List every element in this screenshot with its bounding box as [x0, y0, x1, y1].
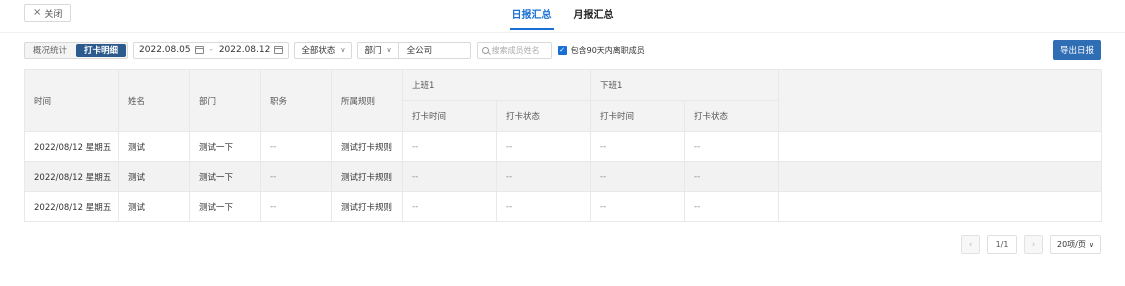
chevron-down-icon: ∨ — [340, 46, 346, 54]
header-filler — [778, 69, 1102, 132]
header-on-status: 打卡状态 — [495, 100, 592, 132]
cell-rule: 测试打卡规则 — [331, 131, 403, 162]
date-end[interactable]: 2022.08.12 — [219, 45, 271, 55]
date-start[interactable]: 2022.08.05 — [139, 45, 191, 55]
table-row: 2022/08/12 星期五 测试 测试一下 -- 测试打卡规则 -- -- -… — [24, 161, 1102, 192]
header-off-status: 打卡状态 — [684, 100, 780, 132]
header-dept: 部门 — [189, 69, 261, 132]
page-indicator[interactable]: 1/1 — [987, 235, 1017, 254]
header-shift-on: 上班1 — [401, 69, 592, 101]
header-shift-off: 下班1 — [590, 69, 780, 101]
prev-page-button[interactable]: ‹ — [961, 235, 980, 254]
header-position: 职务 — [260, 69, 332, 132]
cell-rule: 测试打卡规则 — [331, 161, 403, 192]
check-icon[interactable]: ✓ — [557, 45, 567, 55]
cell-position: -- — [260, 131, 332, 162]
cell-position: -- — [260, 161, 332, 192]
cell-off-time: -- — [590, 131, 686, 162]
header-divider — [0, 32, 1125, 33]
chevron-down-icon: ∨ — [386, 46, 392, 54]
cell-time: 2022/08/12 星期五 — [24, 191, 119, 222]
cell-dept: 测试一下 — [189, 191, 261, 222]
chevron-down-icon: ∨ — [1088, 240, 1094, 249]
status-select-value: 全部状态 — [301, 46, 336, 56]
header-on-time: 打卡时间 — [402, 100, 497, 132]
segment-punch-detail[interactable]: 打卡明细 — [76, 43, 127, 57]
include-resigned-checkbox[interactable]: ✓ 包含90天内离职成员 — [557, 45, 645, 56]
cell-off-status: -- — [684, 131, 780, 162]
cell-on-status: -- — [495, 131, 592, 162]
checkbox-label: 包含90天内离职成员 — [570, 45, 645, 55]
cell-off-status: -- — [684, 191, 780, 222]
dept-select-value: 部门 — [364, 46, 382, 56]
cell-on-status: -- — [495, 161, 592, 192]
cell-filler — [778, 131, 1102, 162]
search-input[interactable]: 搜索成员姓名 — [476, 41, 552, 59]
status-select[interactable]: 全部状态 ∨ — [294, 41, 353, 59]
top-bar: × 关闭 日报汇总 月报汇总 — [0, 0, 1125, 32]
cell-time: 2022/08/12 星期五 — [24, 131, 119, 162]
cell-on-time: -- — [402, 191, 497, 222]
calendar-icon — [194, 46, 204, 54]
calendar-icon — [274, 46, 284, 54]
cell-on-time: -- — [402, 131, 497, 162]
header-off-time: 打卡时间 — [590, 100, 686, 132]
view-segment: 概况统计 打卡明细 — [24, 41, 129, 59]
search-placeholder: 搜索成员姓名 — [491, 45, 540, 55]
table-row: 2022/08/12 星期五 测试 测试一下 -- 测试打卡规则 -- -- -… — [24, 131, 1102, 162]
cell-time: 2022/08/12 星期五 — [24, 161, 119, 192]
dept-select[interactable]: 部门 ∨ — [357, 41, 399, 59]
segment-overview[interactable]: 概况统计 — [25, 43, 75, 58]
next-page-button[interactable]: › — [1024, 235, 1043, 254]
date-separator: - — [209, 45, 213, 55]
export-daily-button[interactable]: 导出日报 — [1052, 40, 1101, 60]
tab-daily-summary[interactable]: 日报汇总 — [509, 6, 554, 30]
cell-position: -- — [260, 191, 332, 222]
cell-filler — [778, 161, 1102, 192]
filter-toolbar: 概况统计 打卡明细 2022.08.05 - 2022.08.12 全部状态 ∨… — [24, 40, 1101, 60]
page-size-value: 20项/页 — [1057, 240, 1086, 249]
cell-dept: 测试一下 — [189, 161, 261, 192]
search-icon — [481, 46, 489, 54]
cell-filler — [778, 191, 1102, 222]
cell-name: 测试 — [118, 161, 190, 192]
cell-name: 测试 — [118, 191, 190, 222]
report-tabs: 日报汇总 月报汇总 — [0, 6, 1125, 30]
cell-on-time: -- — [402, 161, 497, 192]
cell-dept: 测试一下 — [189, 131, 261, 162]
table-row: 2022/08/12 星期五 测试 测试一下 -- 测试打卡规则 -- -- -… — [24, 191, 1102, 222]
date-range-picker[interactable]: 2022.08.05 - 2022.08.12 — [133, 41, 290, 59]
header-rule: 所属规则 — [331, 69, 403, 132]
cell-off-time: -- — [590, 161, 686, 192]
cell-on-status: -- — [495, 191, 592, 222]
tab-monthly-summary[interactable]: 月报汇总 — [574, 6, 614, 30]
attendance-table: 时间 姓名 部门 职务 所属规则 上班1 下班1 打卡时间 打卡状态 打卡时间 … — [24, 69, 1102, 222]
header-name: 姓名 — [118, 69, 190, 132]
dept-input[interactable]: 全公司 — [398, 41, 471, 59]
cell-off-time: -- — [590, 191, 686, 222]
cell-name: 测试 — [118, 131, 190, 162]
header-time: 时间 — [24, 69, 119, 132]
cell-rule: 测试打卡规则 — [331, 191, 403, 222]
cell-off-status: -- — [684, 161, 780, 192]
pagination: ‹ 1/1 › 20项/页 ∨ — [961, 235, 1101, 254]
page-size-select[interactable]: 20项/页 ∨ — [1050, 235, 1101, 254]
